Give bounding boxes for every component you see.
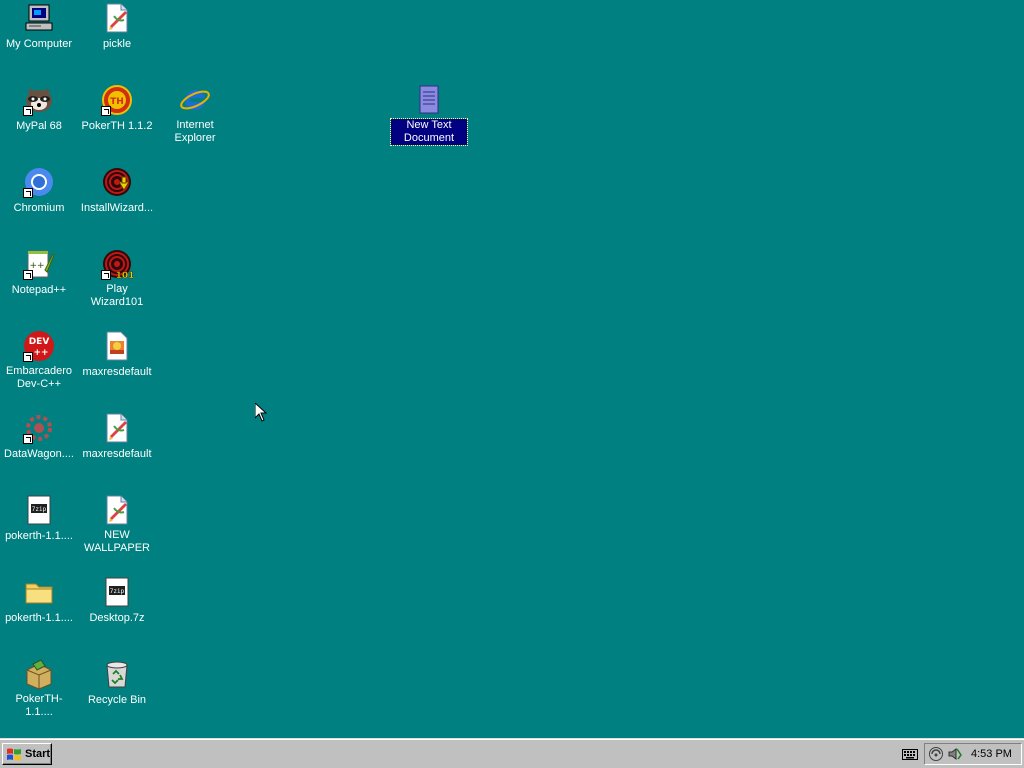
start-button[interactable]: Start (2, 743, 52, 765)
desktop-icon-internet-explorer[interactable]: Internet Explorer (157, 84, 233, 146)
shortcut-arrow-icon (101, 106, 111, 116)
desktop-icon-maxresdefault-2[interactable]: maxresdefault (79, 412, 155, 462)
desktop-icon-pickle[interactable]: pickle (79, 2, 155, 52)
image-file-icon (101, 330, 133, 362)
svg-text:DEV: DEV (29, 337, 50, 347)
folder-icon (23, 576, 55, 608)
desktop-icon-label: maxresdefault (82, 366, 152, 378)
desktop-icon-my-computer[interactable]: My Computer (1, 2, 77, 52)
svg-text:TH: TH (110, 97, 124, 107)
notepad-plus-plus-icon: ++ (23, 248, 55, 280)
desktop-icon-play-wizard101[interactable]: 101 Play Wizard101 (79, 248, 155, 310)
desktop-icon-desktop-7z[interactable]: 7zip Desktop.7z (79, 576, 155, 626)
desktop-icon-label: Desktop.7z (89, 612, 145, 624)
desktop-icon-label: pickle (102, 38, 132, 50)
desktop-icon-label: pokerth-1.1.... (5, 530, 73, 542)
desktop-icon-pokerth-archive[interactable]: 7zip pokerth-1.1.... (1, 494, 77, 544)
image-file-icon (101, 494, 133, 526)
desktop-icon-maxresdefault-1[interactable]: maxresdefault (79, 330, 155, 380)
desktop-icon-label: DataWagon.... (4, 448, 74, 460)
my-computer-icon (23, 2, 55, 34)
desktop-icon-chromium[interactable]: Chromium (1, 166, 77, 216)
taskbar-clock[interactable]: 4:53 PM (971, 748, 1012, 760)
svg-text:7zip: 7zip (32, 506, 47, 513)
desktop-icon-pokerth-installer[interactable]: PokerTH-1.1.... (1, 658, 77, 720)
desktop-icon-label: pokerth-1.1.... (5, 612, 73, 624)
desktop-icon-installwizard[interactable]: InstallWizard... (79, 166, 155, 216)
desktop[interactable]: My Computer pickle MyPal 68 TH PokerTH 1… (0, 0, 1024, 738)
desktop-icon-label: Notepad++ (11, 284, 67, 296)
desktop-icon-recycle-bin[interactable]: Recycle Bin (79, 658, 155, 708)
start-button-label: Start (25, 748, 51, 760)
desktop-icon-label: My Computer (5, 38, 73, 50)
desktop-icon-label: Internet Explorer (174, 119, 216, 144)
system-tray: 4:53 PM (924, 743, 1022, 765)
shortcut-arrow-icon (23, 188, 33, 198)
desktop-icon-new-text-document[interactable]: New Text Document (390, 84, 468, 146)
archive-file-icon: 7zip (101, 576, 133, 608)
desktop-icon-new-wallpaper[interactable]: NEW WALLPAPER (79, 494, 155, 556)
shortcut-arrow-icon (101, 270, 111, 280)
keyboard-icon[interactable] (902, 748, 918, 760)
desktop-icon-label: MyPal 68 (16, 120, 62, 132)
windows-logo-icon (7, 748, 21, 761)
shortcut-arrow-icon (23, 270, 33, 280)
desktop-icon-dev-cpp[interactable]: DEV ++ Embarcadero Dev-C++ (1, 330, 77, 392)
desktop-icon-label: Embarcadero Dev-C++ (5, 365, 73, 390)
mypal-icon (23, 84, 55, 116)
text-document-icon (413, 84, 445, 116)
svg-text:++: ++ (33, 348, 48, 358)
desktop-icon-label: InstallWizard... (80, 202, 154, 214)
desktop-icon-pokerth[interactable]: TH PokerTH 1.1.2 (79, 84, 155, 134)
shortcut-arrow-icon (23, 352, 33, 362)
volume-icon[interactable] (947, 746, 963, 762)
desktop-icon-label: NEW WALLPAPER (83, 529, 151, 554)
desktop-icon-label: maxresdefault (82, 448, 152, 460)
recycle-bin-icon (101, 658, 133, 690)
datawagon-icon (23, 412, 55, 444)
internet-explorer-icon (179, 84, 211, 116)
wizard101-icon: 101 (101, 248, 133, 280)
svg-text:101: 101 (116, 271, 133, 280)
desktop-icon-notepad-plus-plus[interactable]: ++ Notepad++ (1, 248, 77, 298)
desktop-icon-label: Recycle Bin (87, 694, 147, 706)
desktop-icon-pokerth-folder[interactable]: pokerth-1.1.... (1, 576, 77, 626)
desktop-icon-datawagon[interactable]: DataWagon.... (1, 412, 77, 462)
chromium-icon (23, 166, 55, 198)
desktop-icon-label: PokerTH-1.1.... (15, 693, 63, 718)
installer-package-icon (23, 658, 55, 690)
taskbar: Start 4:53 PM (0, 738, 1024, 768)
network-icon[interactable] (928, 746, 944, 762)
svg-text:7zip: 7zip (110, 588, 125, 595)
desktop-icon-label: Chromium (13, 202, 65, 214)
desktop-icon-label: PokerTH 1.1.2 (81, 120, 153, 132)
desktop-icon-mypal[interactable]: MyPal 68 (1, 84, 77, 134)
wizard-installer-icon (101, 166, 133, 198)
desktop-icon-label: New Text Document (390, 118, 468, 146)
shortcut-arrow-icon (23, 434, 33, 444)
mouse-cursor-icon (255, 403, 267, 422)
desktop-icon-label: Play Wizard101 (90, 283, 144, 308)
dev-cpp-icon: DEV ++ (23, 330, 55, 362)
image-file-icon (101, 412, 133, 444)
pokerth-icon: TH (101, 84, 133, 116)
shortcut-arrow-icon (23, 106, 33, 116)
image-file-icon (101, 2, 133, 34)
archive-file-icon: 7zip (23, 494, 55, 526)
